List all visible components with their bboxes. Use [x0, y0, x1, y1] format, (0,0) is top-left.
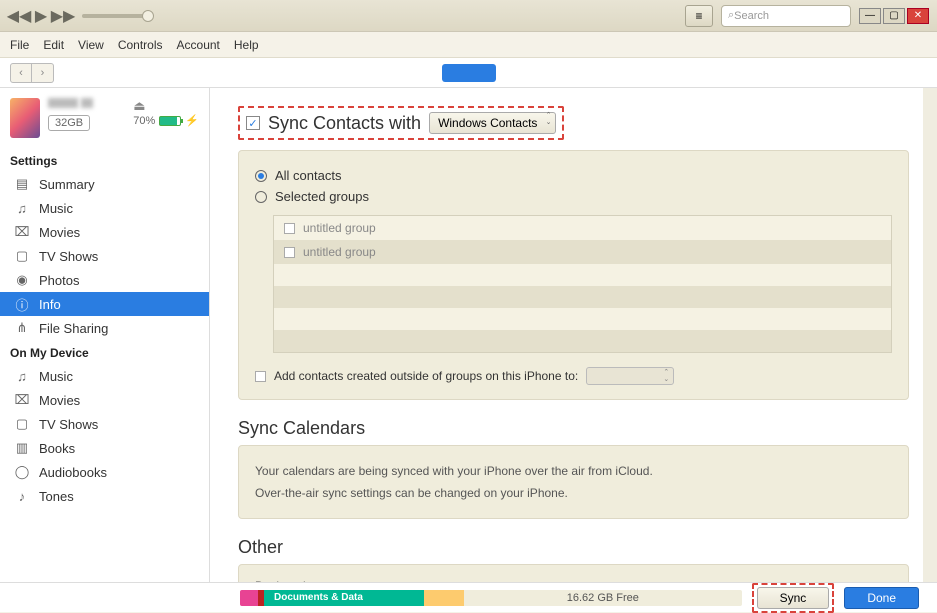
tv-icon: ▢: [14, 248, 30, 264]
ondevice-heading: On My Device: [0, 340, 209, 364]
sidebar-item-tvshows[interactable]: ▢TV Shows: [0, 244, 209, 268]
device-header: 32GB ⏏ 70%⚡: [0, 94, 209, 148]
other-panel: Bookmarks: [238, 564, 909, 582]
tv-icon: ▢: [14, 416, 30, 432]
next-track-button[interactable]: ▶▶: [52, 5, 74, 27]
selected-groups-label: Selected groups: [275, 189, 369, 204]
add-outside-checkbox[interactable]: [255, 371, 266, 382]
menu-bar: File Edit View Controls Account Help: [0, 32, 937, 58]
tones-icon: ♪: [14, 488, 30, 504]
share-icon: ⋔: [14, 320, 30, 336]
settings-heading: Settings: [0, 148, 209, 172]
sidebar-item-od-movies[interactable]: ⌧Movies: [0, 388, 209, 412]
audiobook-icon: ◯: [14, 464, 30, 480]
sync-contacts-checkbox[interactable]: ✓: [246, 116, 260, 130]
sidebar-item-info[interactable]: ⓘInfo: [0, 292, 209, 316]
contacts-panel: All contacts Selected groups untitled gr…: [238, 150, 909, 400]
sync-contacts-highlight: ✓ Sync Contacts with Windows Contacts: [238, 106, 564, 140]
storage-seg-audio: [240, 590, 258, 606]
contacts-source-dropdown[interactable]: Windows Contacts: [429, 112, 556, 134]
sidebar-item-movies[interactable]: ⌧Movies: [0, 220, 209, 244]
calendars-msg2: Over-the-air sync settings can be change…: [255, 482, 892, 504]
summary-icon: ▤: [14, 176, 30, 192]
minimize-button[interactable]: —: [859, 8, 881, 24]
info-icon: ⓘ: [14, 296, 30, 312]
maximize-button[interactable]: ▢: [883, 8, 905, 24]
sidebar-item-od-books[interactable]: ▥Books: [0, 436, 209, 460]
sync-contacts-title: Sync Contacts with: [268, 113, 421, 134]
scrollbar[interactable]: [923, 88, 937, 582]
storage-seg-docs: Documents & Data: [264, 590, 424, 606]
top-toolbar: ◀◀ ▶ ▶▶ ≡ ⌕ Search — ▢ ✕: [0, 0, 937, 32]
sync-calendars-title: Sync Calendars: [238, 418, 909, 439]
calendars-msg1: Your calendars are being synced with you…: [255, 460, 892, 482]
all-contacts-label: All contacts: [275, 168, 341, 183]
search-input[interactable]: ⌕ Search: [721, 5, 851, 27]
all-contacts-radio[interactable]: [255, 170, 267, 182]
calendars-panel: Your calendars are being synced with you…: [238, 445, 909, 519]
list-view-button[interactable]: ≡: [685, 5, 713, 27]
group-row[interactable]: untitled group: [274, 216, 891, 240]
menu-help[interactable]: Help: [234, 38, 259, 52]
play-button[interactable]: ▶: [30, 5, 52, 27]
storage-bar: Documents & Data 16.62 GB Free: [240, 590, 742, 606]
bookmarks-label: Bookmarks: [255, 575, 892, 582]
other-title: Other: [238, 537, 909, 558]
menu-view[interactable]: View: [78, 38, 104, 52]
close-button[interactable]: ✕: [907, 8, 929, 24]
group-checkbox[interactable]: [284, 223, 295, 234]
add-outside-label: Add contacts created outside of groups o…: [274, 369, 578, 383]
sync-button-highlight: Sync: [752, 583, 835, 613]
bottom-bar: Documents & Data 16.62 GB Free Sync Done: [0, 582, 937, 612]
selected-groups-radio[interactable]: [255, 191, 267, 203]
sidebar-item-od-tones[interactable]: ♪Tones: [0, 484, 209, 508]
music-icon: ♫: [14, 368, 30, 384]
done-button[interactable]: Done: [844, 587, 919, 609]
movies-icon: ⌧: [14, 392, 30, 408]
sidebar-item-photos[interactable]: ◉Photos: [0, 268, 209, 292]
music-icon: ♫: [14, 200, 30, 216]
add-outside-dropdown[interactable]: [586, 367, 674, 385]
content-pane: ✓ Sync Contacts with Windows Contacts Al…: [210, 88, 937, 582]
battery-icon: [159, 116, 181, 126]
storage-seg-free: 16.62 GB Free: [464, 590, 742, 606]
photos-icon: ◉: [14, 272, 30, 288]
battery-status: 70%⚡: [133, 114, 199, 127]
nav-forward-button[interactable]: ›: [32, 63, 54, 83]
sidebar-item-od-music[interactable]: ♫Music: [0, 364, 209, 388]
storage-seg-photos: [424, 590, 464, 606]
movies-icon: ⌧: [14, 224, 30, 240]
sync-button[interactable]: Sync: [757, 587, 830, 609]
volume-slider[interactable]: [82, 14, 150, 18]
group-checkbox[interactable]: [284, 247, 295, 258]
sidebar-item-od-audiobooks[interactable]: ◯Audiobooks: [0, 460, 209, 484]
menu-file[interactable]: File: [10, 38, 29, 52]
sidebar-item-summary[interactable]: ▤Summary: [0, 172, 209, 196]
nav-bar: ‹ ›: [0, 58, 937, 88]
eject-button[interactable]: ⏏: [133, 98, 199, 114]
menu-edit[interactable]: Edit: [43, 38, 64, 52]
prev-track-button[interactable]: ◀◀: [8, 5, 30, 27]
menu-controls[interactable]: Controls: [118, 38, 163, 52]
sidebar-item-filesharing[interactable]: ⋔File Sharing: [0, 316, 209, 340]
books-icon: ▥: [14, 440, 30, 456]
device-thumb-icon: [10, 98, 40, 138]
device-name: [48, 98, 78, 108]
sidebar-item-od-tvshows[interactable]: ▢TV Shows: [0, 412, 209, 436]
group-row[interactable]: untitled group: [274, 240, 891, 264]
nav-back-button[interactable]: ‹: [10, 63, 32, 83]
sidebar-item-music[interactable]: ♫Music: [0, 196, 209, 220]
device-pill[interactable]: [442, 64, 496, 82]
groups-list: untitled group untitled group: [273, 215, 892, 353]
device-capacity: 32GB: [48, 115, 90, 131]
sidebar: 32GB ⏏ 70%⚡ Settings ▤Summary ♫Music ⌧Mo…: [0, 88, 210, 582]
menu-account[interactable]: Account: [177, 38, 220, 52]
